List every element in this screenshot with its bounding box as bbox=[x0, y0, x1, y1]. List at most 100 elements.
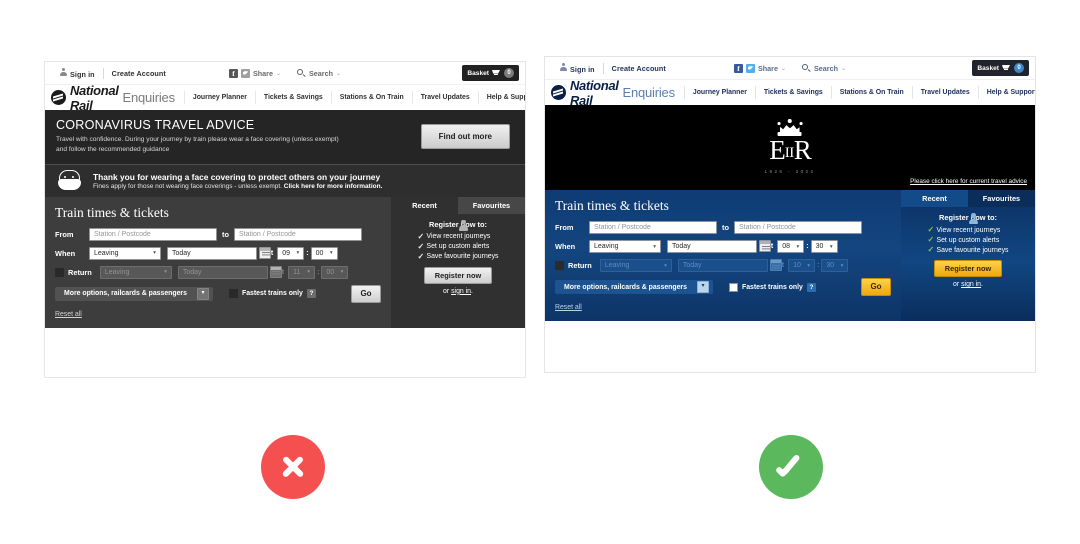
travel-advice-link[interactable]: Please click here for current travel adv… bbox=[910, 178, 1027, 185]
correct-badge bbox=[759, 435, 823, 499]
nav-help-support[interactable]: Help & Support bbox=[979, 89, 1035, 96]
hour-select[interactable]: 08 ▾ bbox=[777, 240, 805, 253]
return-hour-select[interactable]: 10 ▾ bbox=[788, 259, 816, 272]
calendar-icon[interactable] bbox=[259, 246, 271, 259]
nav-stations-on-train[interactable]: Stations & On Train bbox=[332, 94, 412, 101]
tab-favourites[interactable]: Favourites bbox=[458, 196, 525, 214]
leaving-select[interactable]: Leaving ▾ bbox=[589, 240, 661, 253]
reset-all-link[interactable]: Reset all bbox=[555, 304, 582, 311]
sign-in-link-bad[interactable]: Sign in bbox=[51, 67, 103, 79]
to-station-input[interactable]: Station / Postcode bbox=[733, 221, 862, 234]
nav-help-support[interactable]: Help & Support bbox=[479, 94, 525, 101]
utility-left-group: Sign in Create Account bbox=[551, 62, 674, 74]
utility-left-group: Sign in Create Account bbox=[51, 67, 174, 79]
logo-bad[interactable]: National Rail Enquiries bbox=[51, 83, 175, 113]
return-checkbox[interactable] bbox=[555, 261, 564, 270]
logo-good[interactable]: National Rail Enquiries bbox=[551, 78, 675, 108]
nav-tickets-savings[interactable]: Tickets & Savings bbox=[256, 94, 331, 101]
return-hour-select[interactable]: 11 ▾ bbox=[288, 265, 316, 279]
return-leaving-value: Leaving bbox=[604, 262, 630, 269]
return-date-input[interactable]: Today bbox=[677, 259, 768, 272]
face-covering-banner: Thank you for wearing a face covering to… bbox=[45, 163, 525, 197]
create-account-link-good[interactable]: Create Account bbox=[604, 64, 674, 73]
nav-stations-on-train[interactable]: Stations & On Train bbox=[832, 89, 912, 96]
search-menu-good[interactable]: Search ⌄ bbox=[802, 63, 846, 73]
list-item: ✓ View recent journeys bbox=[927, 226, 1008, 234]
return-label: Return bbox=[68, 267, 92, 277]
tab-favourites[interactable]: Favourites bbox=[968, 190, 1035, 207]
twitter-icon bbox=[745, 63, 755, 73]
more-options-label: More options, railcards & passengers bbox=[64, 290, 187, 298]
basket-label: Basket bbox=[977, 64, 999, 72]
when-label: When bbox=[555, 242, 576, 251]
chevron-down-icon: ▾ bbox=[807, 262, 811, 269]
date-input[interactable]: Today bbox=[167, 246, 257, 260]
go-button[interactable]: Go bbox=[351, 284, 381, 303]
basket-button-bad[interactable]: Basket 0 bbox=[462, 65, 519, 81]
facebook-icon: f bbox=[228, 68, 238, 78]
minute-value: 30 bbox=[815, 243, 824, 250]
go-button[interactable]: Go bbox=[861, 278, 891, 296]
search-menu-bad[interactable]: Search ⌄ bbox=[297, 68, 341, 78]
fastest-trains-checkbox[interactable] bbox=[229, 289, 238, 299]
nav-travel-updates[interactable]: Travel Updates bbox=[413, 94, 478, 101]
return-minute-select[interactable]: 00 ▾ bbox=[321, 265, 349, 279]
cart-icon bbox=[492, 69, 501, 77]
chevron-down-icon: ⌄ bbox=[780, 65, 786, 72]
create-account-link-bad[interactable]: Create Account bbox=[104, 69, 174, 78]
nav-journey-planner[interactable]: Journey Planner bbox=[185, 94, 255, 101]
sign-in-link[interactable]: sign in bbox=[451, 288, 471, 295]
nav-journey-planner[interactable]: Journey Planner bbox=[685, 89, 755, 96]
facebook-icon: f bbox=[733, 63, 743, 73]
calendar-icon[interactable] bbox=[759, 240, 771, 252]
from-station-input[interactable]: Station / Postcode bbox=[89, 227, 217, 241]
more-options-button[interactable]: More options, railcards & passengers ▾ bbox=[555, 280, 713, 294]
face-covering-more-info-link[interactable]: Click here for more information. bbox=[284, 183, 383, 190]
calendar-icon[interactable] bbox=[269, 265, 282, 278]
list-item: ✓ View recent journeys bbox=[417, 232, 498, 241]
share-menu-bad[interactable]: f Share ⌄ bbox=[228, 68, 281, 78]
tab-recent[interactable]: Recent bbox=[901, 190, 968, 207]
from-station-input[interactable]: Station / Postcode bbox=[589, 221, 717, 234]
period: . bbox=[471, 287, 473, 295]
nav-travel-updates[interactable]: Travel Updates bbox=[913, 89, 978, 96]
time-colon: : bbox=[806, 243, 809, 250]
brand-bar-bad: National Rail Enquiries Journey Planner … bbox=[45, 83, 525, 113]
share-menu-good[interactable]: f Share ⌄ bbox=[733, 63, 786, 73]
more-options-button[interactable]: More options, railcards & passengers ▾ bbox=[55, 286, 213, 301]
return-minute-select[interactable]: 30 ▾ bbox=[821, 259, 849, 272]
widget-title: Train times & tickets bbox=[555, 198, 669, 213]
return-checkbox[interactable] bbox=[55, 267, 64, 277]
basket-button-good[interactable]: Basket 0 bbox=[972, 60, 1029, 76]
minute-select[interactable]: 00 ▾ bbox=[310, 246, 338, 260]
minute-select[interactable]: 30 ▾ bbox=[810, 240, 838, 253]
sign-in-link-good[interactable]: Sign in bbox=[551, 62, 603, 74]
cart-icon bbox=[1002, 64, 1011, 72]
register-now-button[interactable]: Register now bbox=[933, 260, 1003, 277]
national-rail-logo-icon bbox=[551, 85, 566, 100]
hour-select[interactable]: 09 ▾ bbox=[277, 246, 305, 260]
calendar-icon[interactable] bbox=[769, 259, 782, 271]
reset-all-link[interactable]: Reset all bbox=[55, 311, 82, 318]
fastest-trains-label: Fastest trains only bbox=[742, 283, 803, 291]
return-date-input[interactable]: Today bbox=[177, 265, 268, 279]
find-out-more-button[interactable]: Find out more bbox=[420, 123, 510, 149]
leaving-select[interactable]: Leaving ▾ bbox=[89, 246, 161, 260]
main-nav-bad: Journey Planner Tickets & Savings Statio… bbox=[183, 91, 525, 104]
help-icon[interactable]: ? bbox=[306, 289, 316, 299]
sign-in-label: Sign in bbox=[570, 64, 595, 74]
leaving-value: Leaving bbox=[94, 249, 119, 257]
to-station-input[interactable]: Station / Postcode bbox=[233, 227, 362, 241]
help-icon[interactable]: ? bbox=[806, 282, 816, 292]
return-row: Return Leaving ▾ Today at 10 ▾ : bbox=[555, 259, 891, 272]
return-leaving-select[interactable]: Leaving ▾ bbox=[99, 265, 172, 279]
chevron-down-icon: ▾ bbox=[153, 250, 156, 257]
sign-in-link[interactable]: sign in bbox=[961, 281, 981, 288]
date-input[interactable]: Today bbox=[667, 240, 757, 253]
register-now-button[interactable]: Register now bbox=[423, 266, 493, 284]
return-leaving-select[interactable]: Leaving ▾ bbox=[599, 259, 672, 272]
fastest-trains-checkbox[interactable] bbox=[729, 282, 738, 292]
tab-recent[interactable]: Recent bbox=[391, 196, 458, 214]
nav-tickets-savings[interactable]: Tickets & Savings bbox=[756, 89, 831, 96]
period: . bbox=[981, 281, 983, 288]
